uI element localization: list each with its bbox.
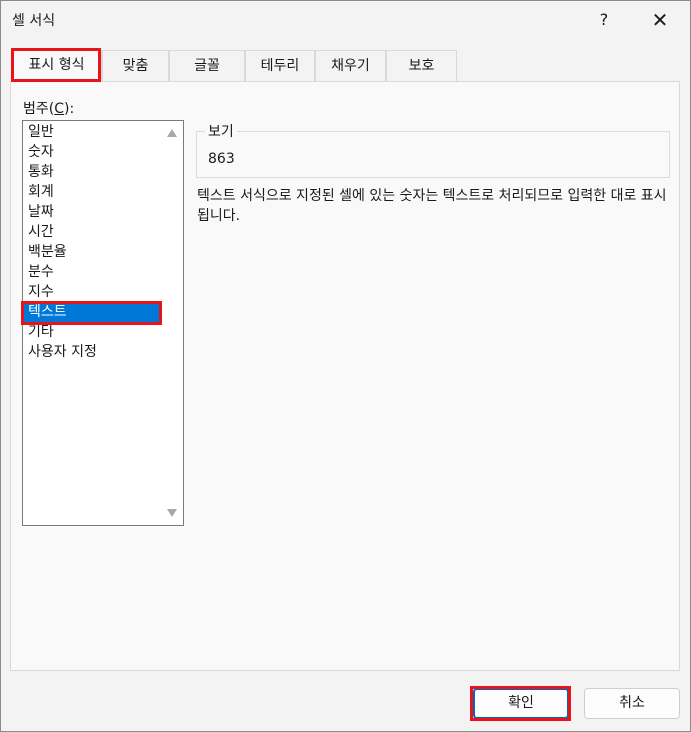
category-item-currency[interactable]: 통화 xyxy=(24,162,162,182)
category-item-general[interactable]: 일반 xyxy=(24,122,162,142)
tab-border[interactable]: 테두리 xyxy=(245,50,315,81)
ok-button[interactable]: 확인 xyxy=(473,688,569,719)
category-item-time[interactable]: 시간 xyxy=(24,222,162,242)
category-item-fraction[interactable]: 분수 xyxy=(24,262,162,282)
category-item-text[interactable]: 텍스트 xyxy=(24,302,162,322)
category-label: 범주(C): xyxy=(23,101,75,117)
tab-number[interactable]: 표시 형식 xyxy=(11,49,102,82)
tab-font[interactable]: 글꼴 xyxy=(169,50,245,81)
tab-fill[interactable]: 채우기 xyxy=(315,50,386,81)
cancel-button[interactable]: 취소 xyxy=(584,688,680,719)
sample-legend: 보기 xyxy=(205,121,237,141)
close-icon[interactable]: ✕ xyxy=(637,1,683,39)
category-item-number[interactable]: 숫자 xyxy=(24,142,162,162)
help-icon[interactable]: ? xyxy=(581,1,627,39)
category-item-special[interactable]: 기타 xyxy=(24,322,162,342)
tab-alignment[interactable]: 맞춤 xyxy=(102,50,169,81)
category-item-date[interactable]: 날짜 xyxy=(24,202,162,222)
category-item-accounting[interactable]: 회계 xyxy=(24,182,162,202)
tab-protection[interactable]: 보호 xyxy=(386,50,457,81)
format-description: 텍스트 서식으로 지정된 셀에 있는 숫자는 텍스트로 처리되므로 입력한 대로… xyxy=(197,188,667,224)
scroll-up-arrow-icon[interactable] xyxy=(167,129,177,137)
sample-group: 보기 863 xyxy=(196,121,670,178)
category-item-custom[interactable]: 사용자 지정 xyxy=(24,342,162,362)
number-format-panel: 범주(C): 일반 숫자 통화 회계 날짜 시간 백분율 분수 지수 텍스트 기… xyxy=(10,81,680,671)
sample-value: 863 xyxy=(208,151,235,167)
format-cells-dialog: 셀 서식 ? ✕ 표시 형식 맞춤 글꼴 테두리 채우기 보호 범주(C): 일… xyxy=(0,0,691,732)
category-listbox[interactable]: 일반 숫자 통화 회계 날짜 시간 백분율 분수 지수 텍스트 기타 사용자 지… xyxy=(22,120,184,526)
category-item-percentage[interactable]: 백분율 xyxy=(24,242,162,262)
dialog-title: 셀 서식 xyxy=(12,13,56,29)
category-item-scientific[interactable]: 지수 xyxy=(24,282,162,302)
title-bar: 셀 서식 ? ✕ xyxy=(1,1,690,39)
category-scrollbar[interactable] xyxy=(163,121,183,525)
scroll-down-arrow-icon[interactable] xyxy=(167,509,177,517)
